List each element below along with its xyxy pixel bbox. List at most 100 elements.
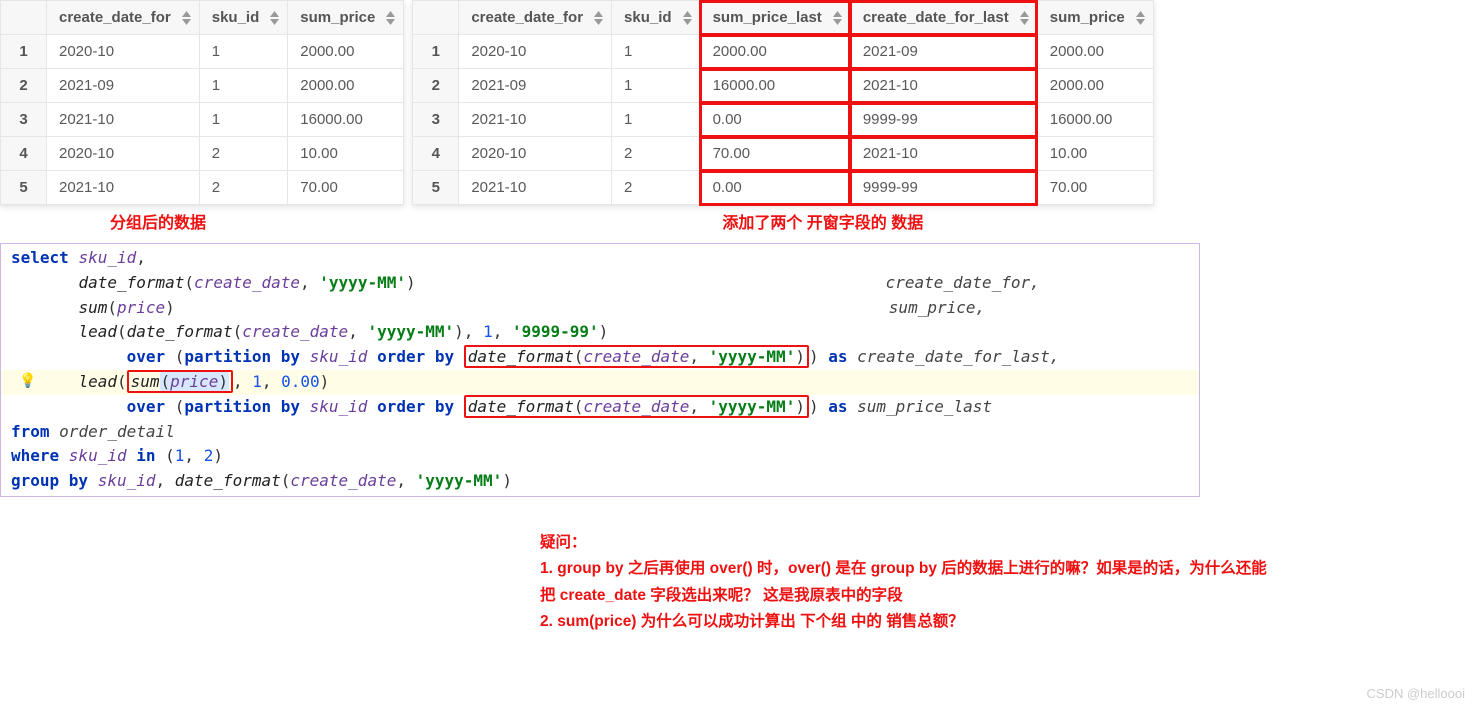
code-line: lead(date_format(create_date, 'yyyy-MM')…	[1, 320, 1199, 345]
cell: 2000.00	[700, 35, 850, 69]
sort-icon[interactable]	[182, 11, 191, 25]
cell: 1	[612, 103, 701, 137]
cell: 1	[199, 35, 288, 69]
cell: 70.00	[700, 137, 850, 171]
column-header-label: sku_id	[212, 9, 260, 26]
caption-left: 分组后的数据	[110, 209, 404, 233]
cell: 2000.00	[1037, 35, 1153, 69]
code-line-highlight: 💡 lead(sum(price), 1, 0.00)	[1, 370, 1199, 395]
sort-icon[interactable]	[594, 11, 603, 25]
cell: 2000.00	[288, 35, 404, 69]
row-number: 3	[413, 103, 459, 137]
column-header[interactable]: sum_price	[1037, 1, 1153, 35]
cell: 2000.00	[288, 69, 404, 103]
questions-block: 疑问： 1. group by 之后再使用 over() 时，over() 是在…	[540, 530, 1440, 635]
cell: 2021-10	[850, 137, 1037, 171]
column-header-label: sum_price	[300, 9, 375, 26]
table-row: 32021-1010.009999-9916000.00	[413, 103, 1153, 137]
column-header[interactable]: create_date_for	[47, 1, 200, 35]
sort-icon[interactable]	[1020, 11, 1029, 25]
row-number: 5	[413, 171, 459, 205]
code-line: over (partition by sku_id order by date_…	[1, 395, 1199, 420]
column-header-label: sum_price_last	[713, 9, 822, 26]
table-row: 52021-1020.009999-9970.00	[413, 171, 1153, 205]
cell: 2021-10	[47, 171, 200, 205]
cell: 10.00	[288, 137, 404, 171]
row-number: 2	[413, 69, 459, 103]
column-header-label: create_date_for_last	[863, 9, 1009, 26]
row-number: 1	[413, 35, 459, 69]
cell: 2021-09	[47, 69, 200, 103]
column-header-label: create_date_for	[59, 9, 171, 26]
lightbulb-icon[interactable]: 💡	[19, 372, 36, 394]
cell: 9999-99	[850, 103, 1037, 137]
cell: 2020-10	[459, 35, 612, 69]
questions-title: 疑问：	[540, 530, 1440, 556]
watermark: CSDN @helloooi	[1367, 686, 1465, 701]
cell: 2021-10	[459, 171, 612, 205]
cell: 70.00	[288, 171, 404, 205]
table-row: 42020-10270.002021-1010.00	[413, 137, 1153, 171]
code-line: date_format(create_date, 'yyyy-MM')creat…	[1, 271, 1199, 296]
cell: 9999-99	[850, 171, 1037, 205]
column-header-label: sku_id	[624, 9, 672, 26]
code-line: over (partition by sku_id order by date_…	[1, 345, 1199, 370]
column-header[interactable]: create_date_for_last	[850, 1, 1037, 35]
cell: 0.00	[700, 171, 850, 205]
cell: 1	[612, 35, 701, 69]
column-header[interactable]: sku_id	[612, 1, 701, 35]
cell: 1	[199, 69, 288, 103]
cell: 2000.00	[1037, 69, 1153, 103]
cell: 70.00	[1037, 171, 1153, 205]
cell: 2021-09	[850, 35, 1037, 69]
cell: 0.00	[700, 103, 850, 137]
column-header-label: create_date_for	[471, 9, 583, 26]
table-row: 12020-1012000.002021-092000.00	[413, 35, 1153, 69]
code-line: group by sku_id, date_format(create_date…	[1, 469, 1199, 494]
table-row: 22021-09116000.002021-102000.00	[413, 69, 1153, 103]
row-number: 4	[413, 137, 459, 171]
cell: 16000.00	[1037, 103, 1153, 137]
row-number: 1	[1, 35, 47, 69]
question-1: 1. group by 之后再使用 over() 时，over() 是在 gro…	[540, 556, 1440, 582]
code-line: sum(price)sum_price,	[1, 296, 1199, 321]
column-header[interactable]: create_date_for	[459, 1, 612, 35]
window-table: create_date_for sku_id sum_price_last creat…	[412, 0, 1153, 205]
table-row: 42020-10210.00	[1, 137, 404, 171]
column-header[interactable]: sum_price	[288, 1, 404, 35]
question-1b: 把 create_date 字段选出来呢？ 这是我原表中的字段	[540, 583, 1440, 609]
sort-icon[interactable]	[683, 11, 692, 25]
column-header[interactable]: sum_price_last	[700, 1, 850, 35]
code-line: select sku_id,	[1, 246, 1199, 271]
cell: 2020-10	[459, 137, 612, 171]
grouped-table: create_date_forsku_idsum_price 12020-101…	[0, 0, 404, 205]
rownum-header	[1, 1, 47, 35]
sort-icon[interactable]	[386, 11, 395, 25]
cell: 2020-10	[47, 137, 200, 171]
column-header-label: sum_price	[1050, 9, 1125, 26]
cell: 2	[199, 171, 288, 205]
sql-code-panel: select sku_id, date_format(create_date, …	[0, 243, 1200, 497]
cell: 2	[199, 137, 288, 171]
rownum-header	[413, 1, 459, 35]
cell: 2021-09	[459, 69, 612, 103]
code-line: from order_detail	[1, 420, 1199, 445]
cell: 2021-10	[459, 103, 612, 137]
cell: 1	[199, 103, 288, 137]
cell: 10.00	[1037, 137, 1153, 171]
cell: 2	[612, 171, 701, 205]
cell: 16000.00	[700, 69, 850, 103]
sort-icon[interactable]	[833, 11, 842, 25]
cell: 2021-10	[47, 103, 200, 137]
column-header[interactable]: sku_id	[199, 1, 288, 35]
table-row: 32021-10116000.00	[1, 103, 404, 137]
row-number: 4	[1, 137, 47, 171]
table-row: 22021-0912000.00	[1, 69, 404, 103]
code-line: where sku_id in (1, 2)	[1, 444, 1199, 469]
highlight-box: sum(price)	[127, 370, 233, 393]
sort-icon[interactable]	[1136, 11, 1145, 25]
sort-icon[interactable]	[270, 11, 279, 25]
cell: 2020-10	[47, 35, 200, 69]
cell: 2021-10	[850, 69, 1037, 103]
table-row: 52021-10270.00	[1, 171, 404, 205]
